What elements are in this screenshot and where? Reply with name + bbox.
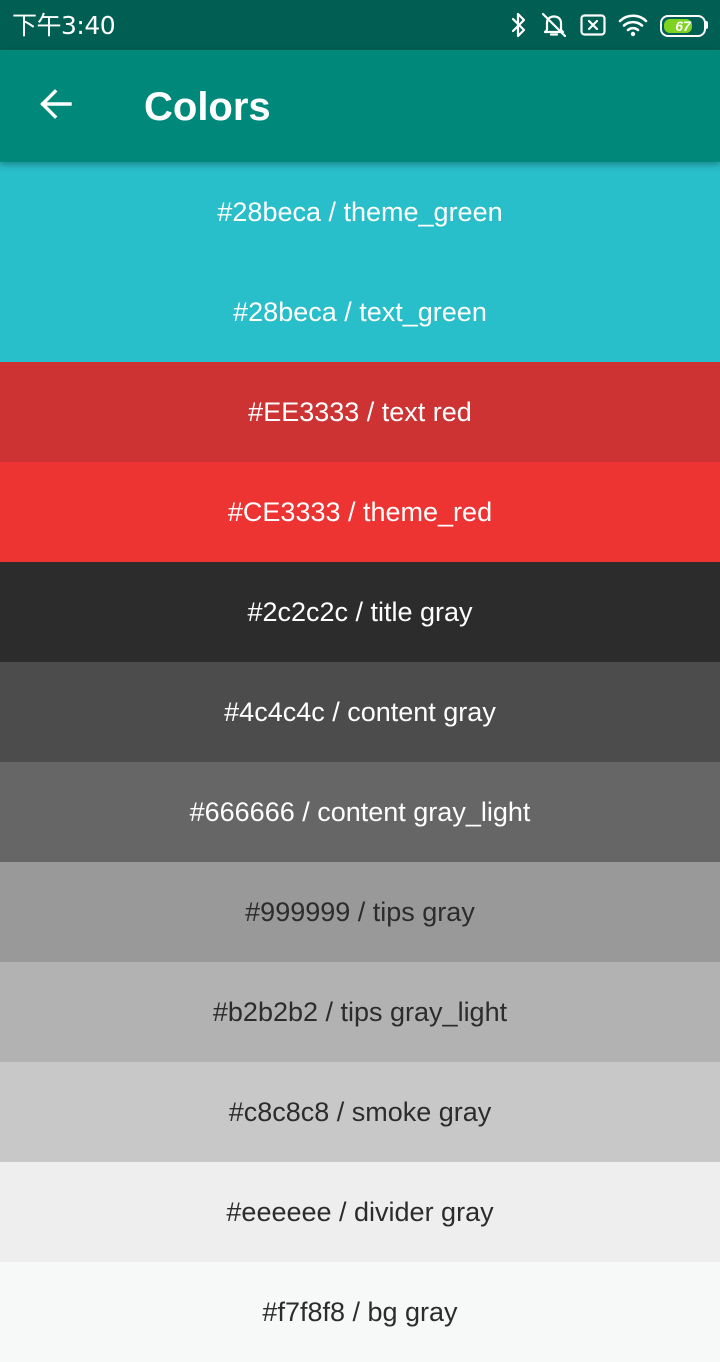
color-label: #28beca / theme_green bbox=[217, 196, 503, 227]
color-row-text-red[interactable]: #EE3333 / text red bbox=[0, 362, 720, 462]
bluetooth-icon bbox=[510, 12, 528, 38]
back-button[interactable] bbox=[24, 74, 88, 138]
arrow-back-icon bbox=[38, 86, 74, 127]
color-row-content-gray[interactable]: #4c4c4c / content gray bbox=[0, 662, 720, 762]
wifi-icon bbox=[618, 13, 648, 37]
color-label: #4c4c4c / content gray bbox=[224, 696, 496, 727]
color-row-smoke-gray[interactable]: #c8c8c8 / smoke gray bbox=[0, 1062, 720, 1162]
color-row-title-gray[interactable]: #2c2c2c / title gray bbox=[0, 562, 720, 662]
color-label: #f7f8f8 / bg gray bbox=[262, 1296, 458, 1327]
color-label: #c8c8c8 / smoke gray bbox=[228, 1096, 492, 1127]
color-row-theme-red[interactable]: #CE3333 / theme_red bbox=[0, 462, 720, 562]
color-label: #666666 / content gray_light bbox=[189, 796, 531, 827]
color-row-content-gray-light[interactable]: #666666 / content gray_light bbox=[0, 762, 720, 862]
color-label: #2c2c2c / title gray bbox=[247, 596, 473, 627]
status-time: 下午3:40 bbox=[12, 11, 116, 40]
sim-x-icon bbox=[580, 14, 606, 36]
color-label: #b2b2b2 / tips gray_light bbox=[212, 996, 508, 1027]
color-row-text-green[interactable]: #28beca / text_green bbox=[0, 262, 720, 362]
color-row-tips-gray[interactable]: #999999 / tips gray bbox=[0, 862, 720, 962]
page-title: Colors bbox=[144, 85, 271, 129]
color-label: #999999 / tips gray bbox=[245, 896, 475, 927]
color-label: #28beca / text_green bbox=[233, 296, 487, 327]
color-row-theme-green[interactable]: #28beca / theme_green bbox=[0, 162, 720, 262]
color-label: #eeeeee / divider gray bbox=[226, 1196, 494, 1227]
status-icons: 67 bbox=[510, 0, 708, 50]
color-label: #CE3333 / theme_red bbox=[227, 496, 493, 527]
color-row-bg-gray[interactable]: #f7f8f8 / bg gray bbox=[0, 1262, 720, 1362]
color-list: #28beca / theme_green #28beca / text_gre… bbox=[0, 162, 720, 1362]
color-label: #EE3333 / text red bbox=[248, 396, 472, 427]
color-row-divider-gray[interactable]: #eeeeee / divider gray bbox=[0, 1162, 720, 1262]
app-bar: Colors bbox=[0, 50, 720, 162]
status-bar: 下午3:40 67 bbox=[0, 0, 720, 50]
color-row-tips-gray-light[interactable]: #b2b2b2 / tips gray_light bbox=[0, 962, 720, 1062]
battery-icon: 67 bbox=[660, 14, 708, 37]
battery-level: 67 bbox=[675, 18, 691, 34]
alarm-off-icon bbox=[540, 11, 568, 39]
